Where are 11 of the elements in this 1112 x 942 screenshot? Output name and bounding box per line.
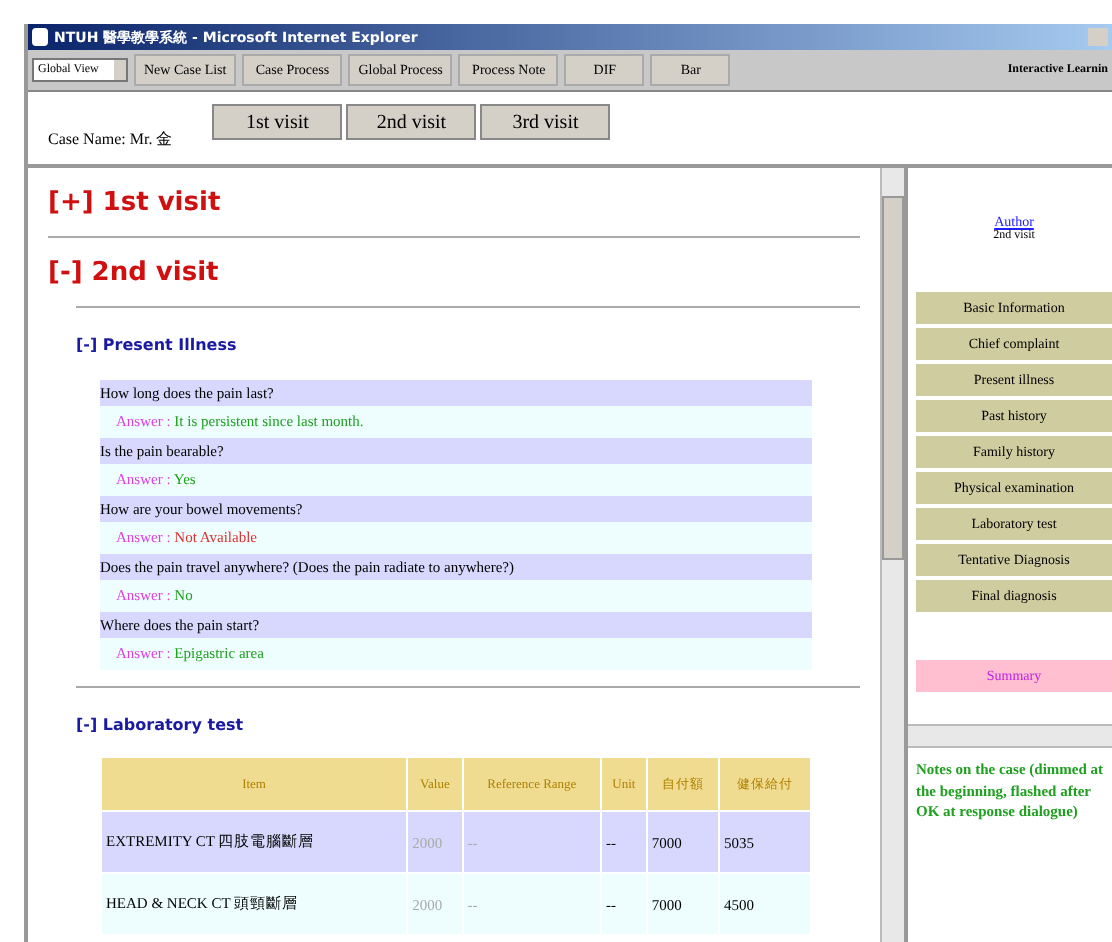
visit-button[interactable]: 2nd visit bbox=[346, 104, 477, 140]
section-heading[interactable]: [-] Laboratory test bbox=[76, 716, 244, 734]
vertical-scrollbar[interactable] bbox=[880, 168, 904, 942]
section-heading[interactable]: [-] Present Illness bbox=[76, 336, 237, 354]
visit-heading[interactable]: [-] 2nd visit bbox=[48, 258, 219, 288]
visit-button[interactable]: 3rd visit bbox=[480, 104, 611, 140]
visit-button[interactable]: 1st visit bbox=[212, 104, 343, 140]
minimize-button[interactable] bbox=[1088, 28, 1108, 46]
horizontal-scrollbar[interactable] bbox=[908, 724, 1112, 748]
case-name: Case Name: Mr. 金 bbox=[48, 127, 173, 149]
visit-heading[interactable]: [+] 1st visit bbox=[48, 188, 221, 218]
